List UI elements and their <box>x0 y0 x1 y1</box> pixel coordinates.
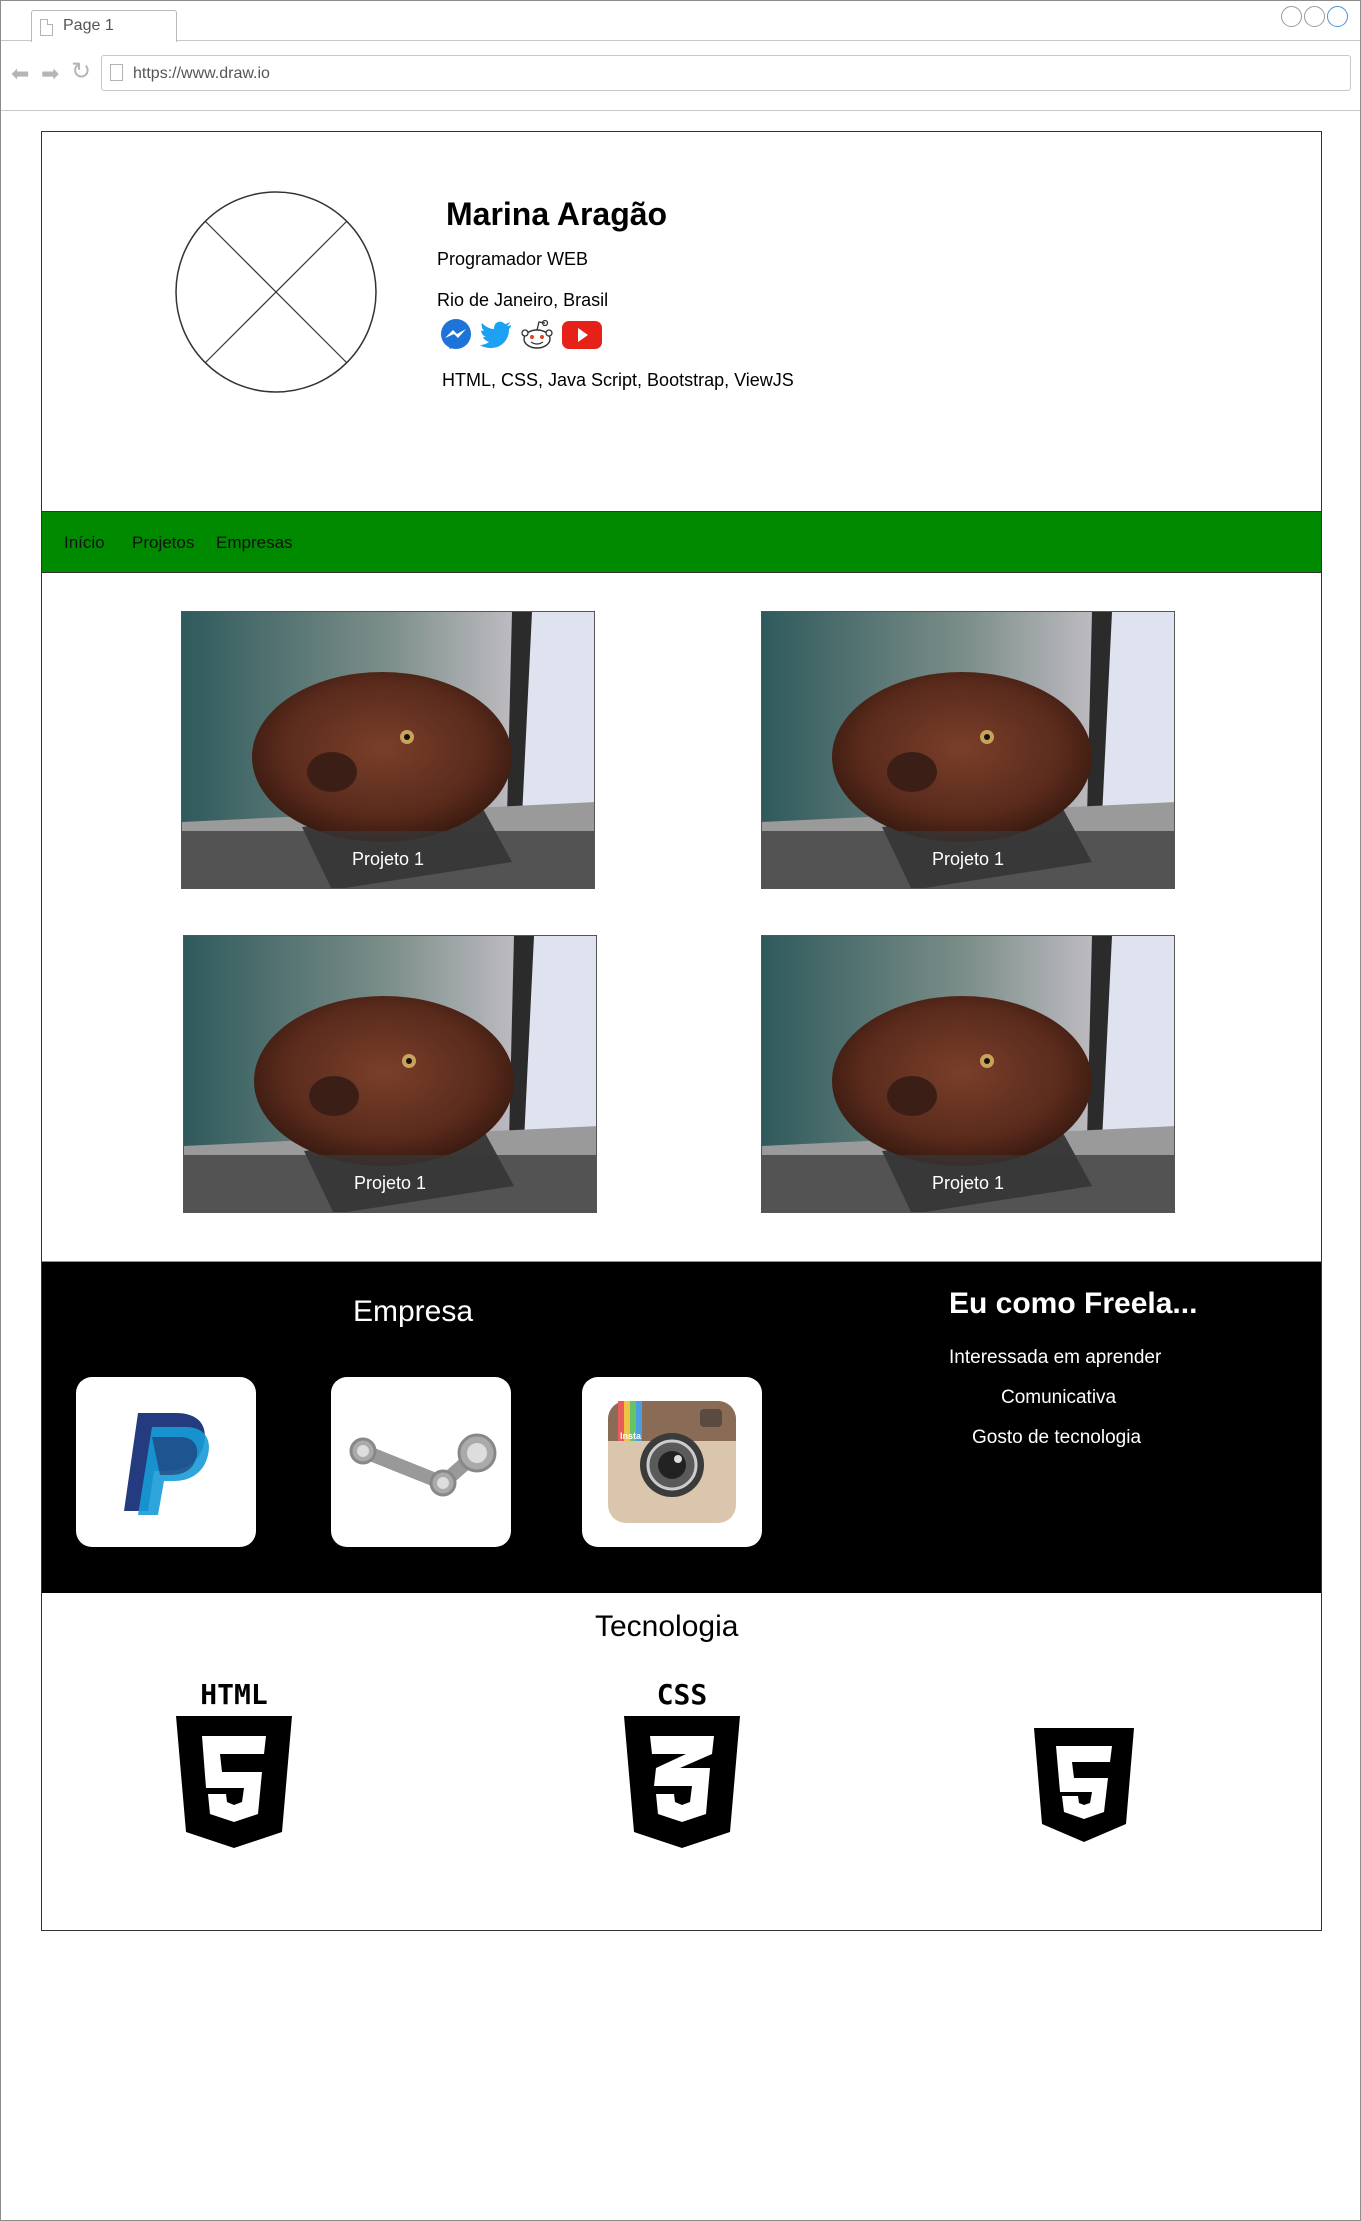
freela-item: Interessada em aprender <box>949 1347 1162 1368</box>
project-caption: Projeto 1 <box>184 1155 596 1212</box>
tab-page-1[interactable]: Page 1 <box>31 10 177 42</box>
css-label: CSS <box>657 1680 708 1711</box>
steam-icon <box>349 1433 497 1497</box>
freela-item: Gosto de tecnologia <box>972 1427 1142 1448</box>
back-arrow-icon[interactable]: ⬅ <box>11 63 29 85</box>
main-navbar: Início Projetos Empresas <box>42 511 1321 573</box>
window-controls <box>1281 6 1348 27</box>
project-caption: Projeto 1 <box>762 1155 1174 1212</box>
twitter-icon[interactable] <box>479 318 513 357</box>
project-card[interactable]: Projeto 1 <box>761 611 1175 889</box>
empresa-title: Empresa <box>353 1295 474 1328</box>
url-text: https://www.draw.io <box>133 65 270 82</box>
nav-item-inicio[interactable]: Início <box>64 533 105 553</box>
nav-item-empresas[interactable]: Empresas <box>216 533 293 553</box>
nav-item-projetos[interactable]: Projetos <box>132 533 194 553</box>
html5-shield-icon <box>1034 1728 1134 1842</box>
tab-label: Page 1 <box>63 17 114 34</box>
paypal-icon <box>124 1413 210 1515</box>
tecnologia-title: Tecnologia <box>595 1610 739 1643</box>
html5-icon: HTML <box>176 1680 292 1848</box>
url-bar[interactable]: https://www.draw.io <box>101 55 1351 91</box>
minimize-button[interactable] <box>1281 6 1302 27</box>
freela-title: Eu como Freela... <box>949 1287 1198 1320</box>
profile-skills: HTML, CSS, Java Script, Bootstrap, ViewJ… <box>442 370 794 390</box>
company-instagram[interactable]: Insta <box>582 1377 762 1547</box>
address-row: ⬅ ➡ ↻ https://www.draw.io <box>1 41 1360 111</box>
instagram-icon: Insta <box>608 1401 736 1523</box>
project-card[interactable]: Projeto 1 <box>183 935 597 1213</box>
empresa-freela-section: Empresa Insta Eu como Freela... Interess… <box>42 1261 1321 1593</box>
page-icon <box>110 64 123 81</box>
profile-role: Programador WEB <box>437 249 589 269</box>
profile-name: Marina Aragão <box>446 196 668 232</box>
close-button[interactable] <box>1327 6 1348 27</box>
project-caption: Projeto 1 <box>762 831 1174 888</box>
avatar-placeholder <box>175 191 377 393</box>
maximize-button[interactable] <box>1304 6 1325 27</box>
css3-icon: CSS <box>624 1680 740 1848</box>
project-caption: Projeto 1 <box>182 831 594 888</box>
html-label: HTML <box>200 1680 267 1711</box>
reload-icon[interactable]: ↻ <box>71 60 91 84</box>
reddit-icon[interactable] <box>519 318 555 357</box>
profile-location: Rio de Janeiro, Brasil <box>437 290 609 310</box>
page-icon <box>40 19 53 36</box>
tab-bar: Page 1 <box>1 1 1360 42</box>
social-links <box>439 318 603 357</box>
browser-window: Page 1 ⬅ ➡ ↻ https://www.draw.io Marina … <box>0 0 1361 2221</box>
company-steam[interactable] <box>331 1377 511 1547</box>
page-content: Marina Aragão Programador WEB Rio de Jan… <box>41 131 1322 1931</box>
forward-arrow-icon[interactable]: ➡ <box>41 63 59 85</box>
freela-item: Comunicativa <box>1001 1387 1117 1408</box>
company-paypal[interactable] <box>76 1377 256 1547</box>
instagram-badge: Insta <box>620 1431 642 1441</box>
messenger-icon[interactable] <box>439 318 473 357</box>
project-card[interactable]: Projeto 1 <box>181 611 595 889</box>
project-card[interactable]: Projeto 1 <box>761 935 1175 1213</box>
youtube-icon[interactable] <box>561 318 603 357</box>
